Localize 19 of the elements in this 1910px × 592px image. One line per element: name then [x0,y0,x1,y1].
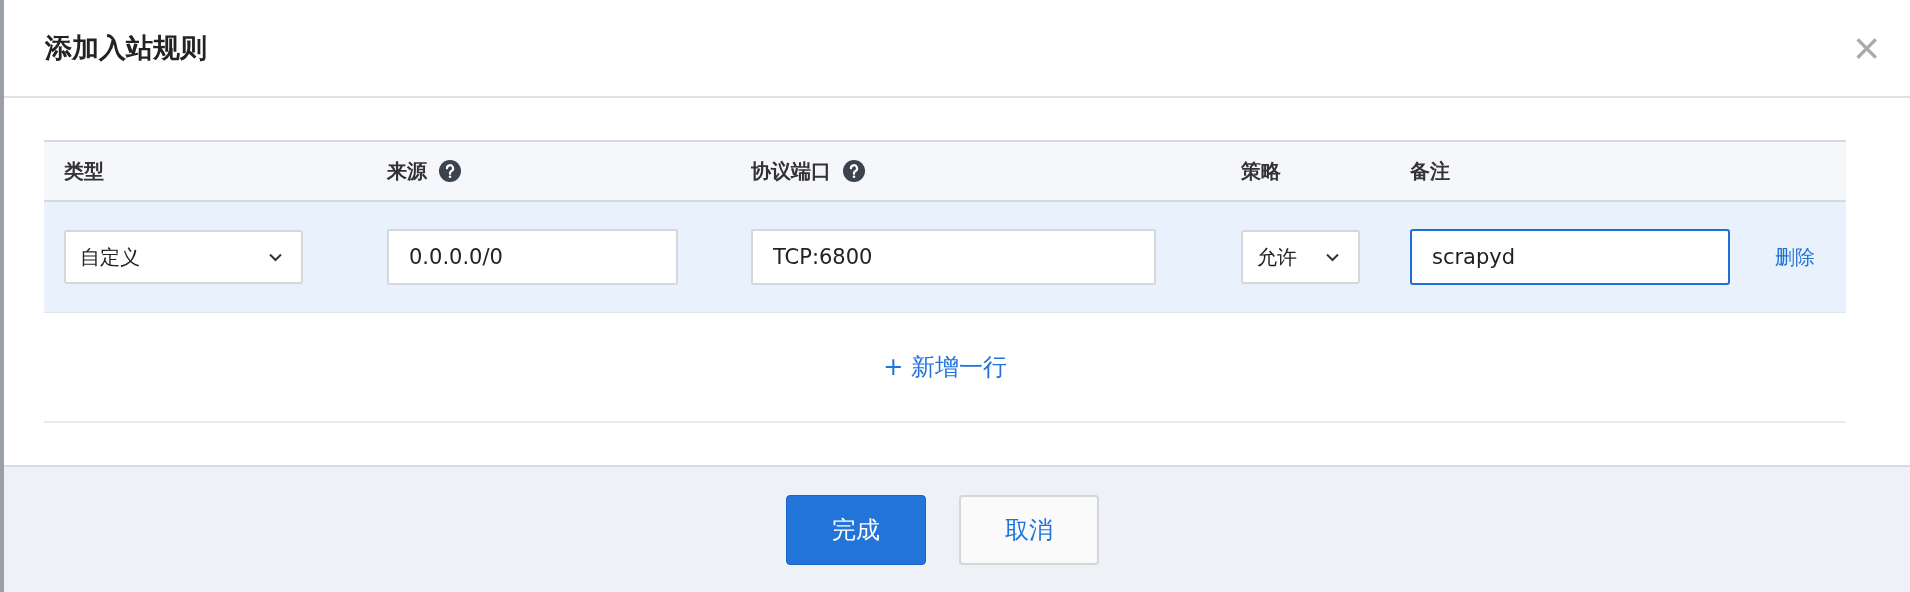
column-header: 策略 [1241,157,1281,185]
add-row-link[interactable]: + 新增一行 [883,351,1007,383]
confirm-button[interactable]: 完成 [785,494,926,565]
input-field[interactable]: TCP:6800 [751,229,1156,285]
chevron-down-icon [268,252,283,262]
input-field[interactable]: 0.0.0.0/0 [387,229,678,285]
chevron-down-icon [1325,252,1340,262]
delete-link[interactable]: 删除 [1775,243,1815,271]
dialog-title: 添加入站规则 [45,31,207,65]
column-header: 备注 [1410,157,1450,185]
column-header: 协议端口 [751,157,831,185]
dropdown[interactable]: 允许 [1241,230,1360,284]
help-icon[interactable] [843,160,865,182]
help-icon[interactable] [439,160,461,182]
column-header: 来源 [387,157,427,185]
dropdown[interactable]: 自定义 [64,230,303,284]
input-field[interactable]: scrapyd [1410,229,1730,285]
column-header: 类型 [64,157,104,185]
cancel-button[interactable]: 取消 [958,494,1099,565]
